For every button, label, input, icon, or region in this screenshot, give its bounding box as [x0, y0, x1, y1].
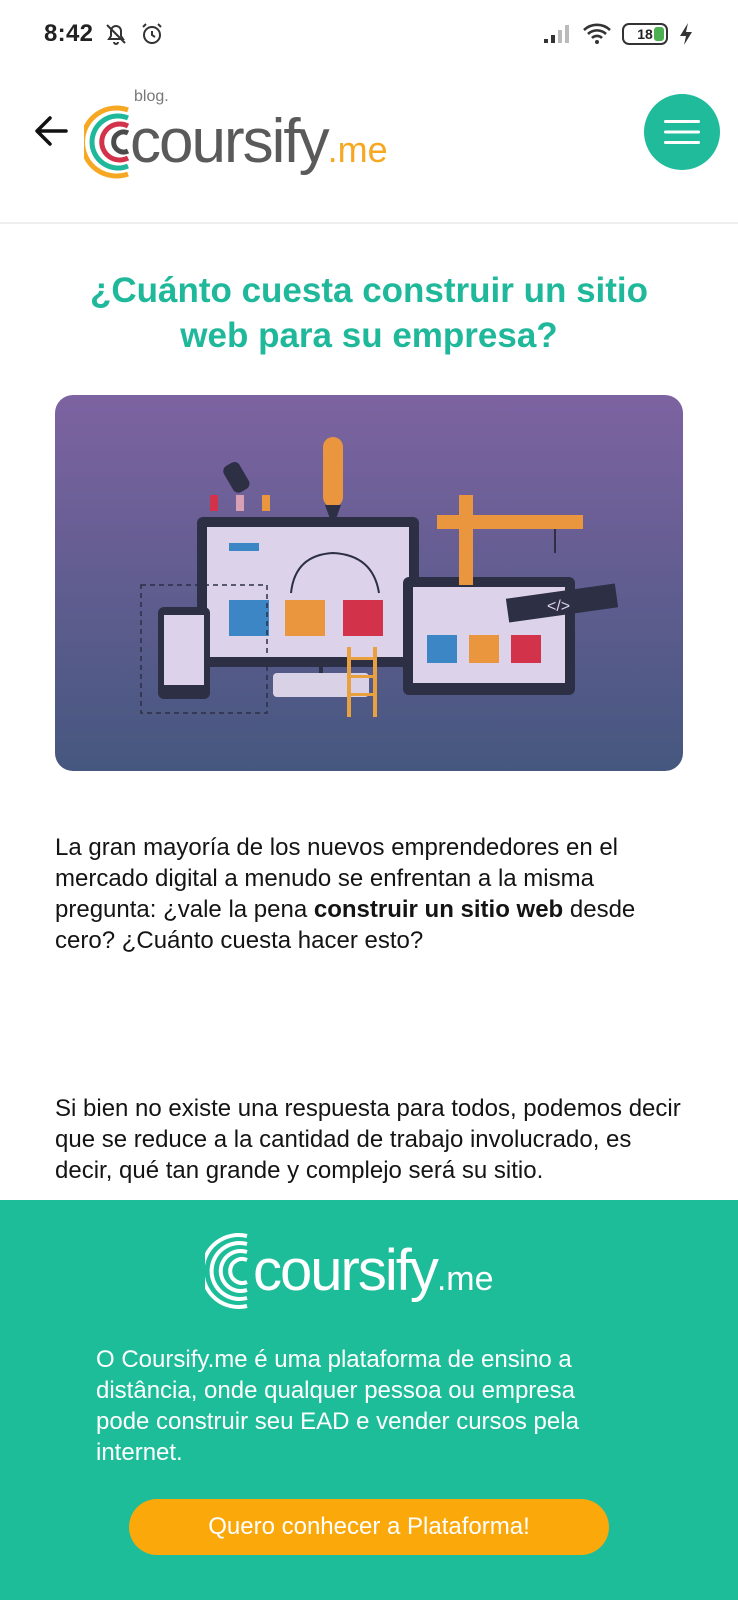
- alarm-icon: [142, 23, 162, 44]
- banner-logo: coursify.me: [205, 1226, 535, 1316]
- logo-main: coursify: [130, 107, 330, 176]
- hero-image: </>: [55, 395, 683, 771]
- charging-icon: [680, 23, 692, 45]
- back-arrow-icon[interactable]: [30, 110, 72, 152]
- promo-banner: coursify.me O Coursify.me é uma platafor…: [0, 1200, 738, 1600]
- second-paragraph: Si bien no existe una respuesta para tod…: [55, 1095, 681, 1184]
- status-time: 8:42: [44, 20, 94, 47]
- blog-logo[interactable]: blog. coursify.me: [84, 88, 394, 190]
- intro-paragraph: La gran mayoría de los nuevos emprendedo…: [55, 832, 685, 956]
- status-bar-right: 18: [542, 22, 694, 46]
- banner-logo-wordmark: coursify.me: [253, 1238, 494, 1312]
- coursify-logo-mark-icon: [84, 105, 130, 179]
- page: 8:42 18 blog. coursify.me ¿Cuánto cuesta…: [0, 0, 738, 1600]
- bell-off-icon: [106, 24, 126, 45]
- menu-button[interactable]: [644, 94, 720, 170]
- intro-bold-text: construir un sitio web: [313, 896, 564, 923]
- battery-icon: 18: [622, 23, 668, 45]
- web-design-illustration: </>: [55, 395, 683, 771]
- svg-text:</>: </>: [547, 598, 570, 615]
- hamburger-menu-icon: [664, 120, 700, 144]
- battery-level: 18: [637, 26, 653, 42]
- status-bar-left: 8:42: [44, 20, 165, 48]
- logo-wordmark: coursify.me: [130, 106, 388, 186]
- app-header: blog. coursify.me: [0, 68, 738, 224]
- banner-logo-main: coursify: [253, 1238, 439, 1303]
- wifi-icon: [583, 23, 611, 44]
- banner-logo-suffix: .me: [436, 1260, 494, 1298]
- article-title: ¿Cuánto cuesta construir un sitio web pa…: [89, 271, 649, 355]
- cta-button[interactable]: Quero conhecer a Plataforma!: [129, 1499, 609, 1555]
- signal-icon: [544, 25, 569, 43]
- coursify-logo-mark-icon: [205, 1233, 248, 1309]
- banner-description: O Coursify.me é uma plataforma de ensino…: [96, 1346, 579, 1466]
- logo-suffix: .me: [327, 129, 388, 170]
- status-bar: 8:42 18: [0, 0, 738, 68]
- blog-label: blog.: [134, 88, 169, 105]
